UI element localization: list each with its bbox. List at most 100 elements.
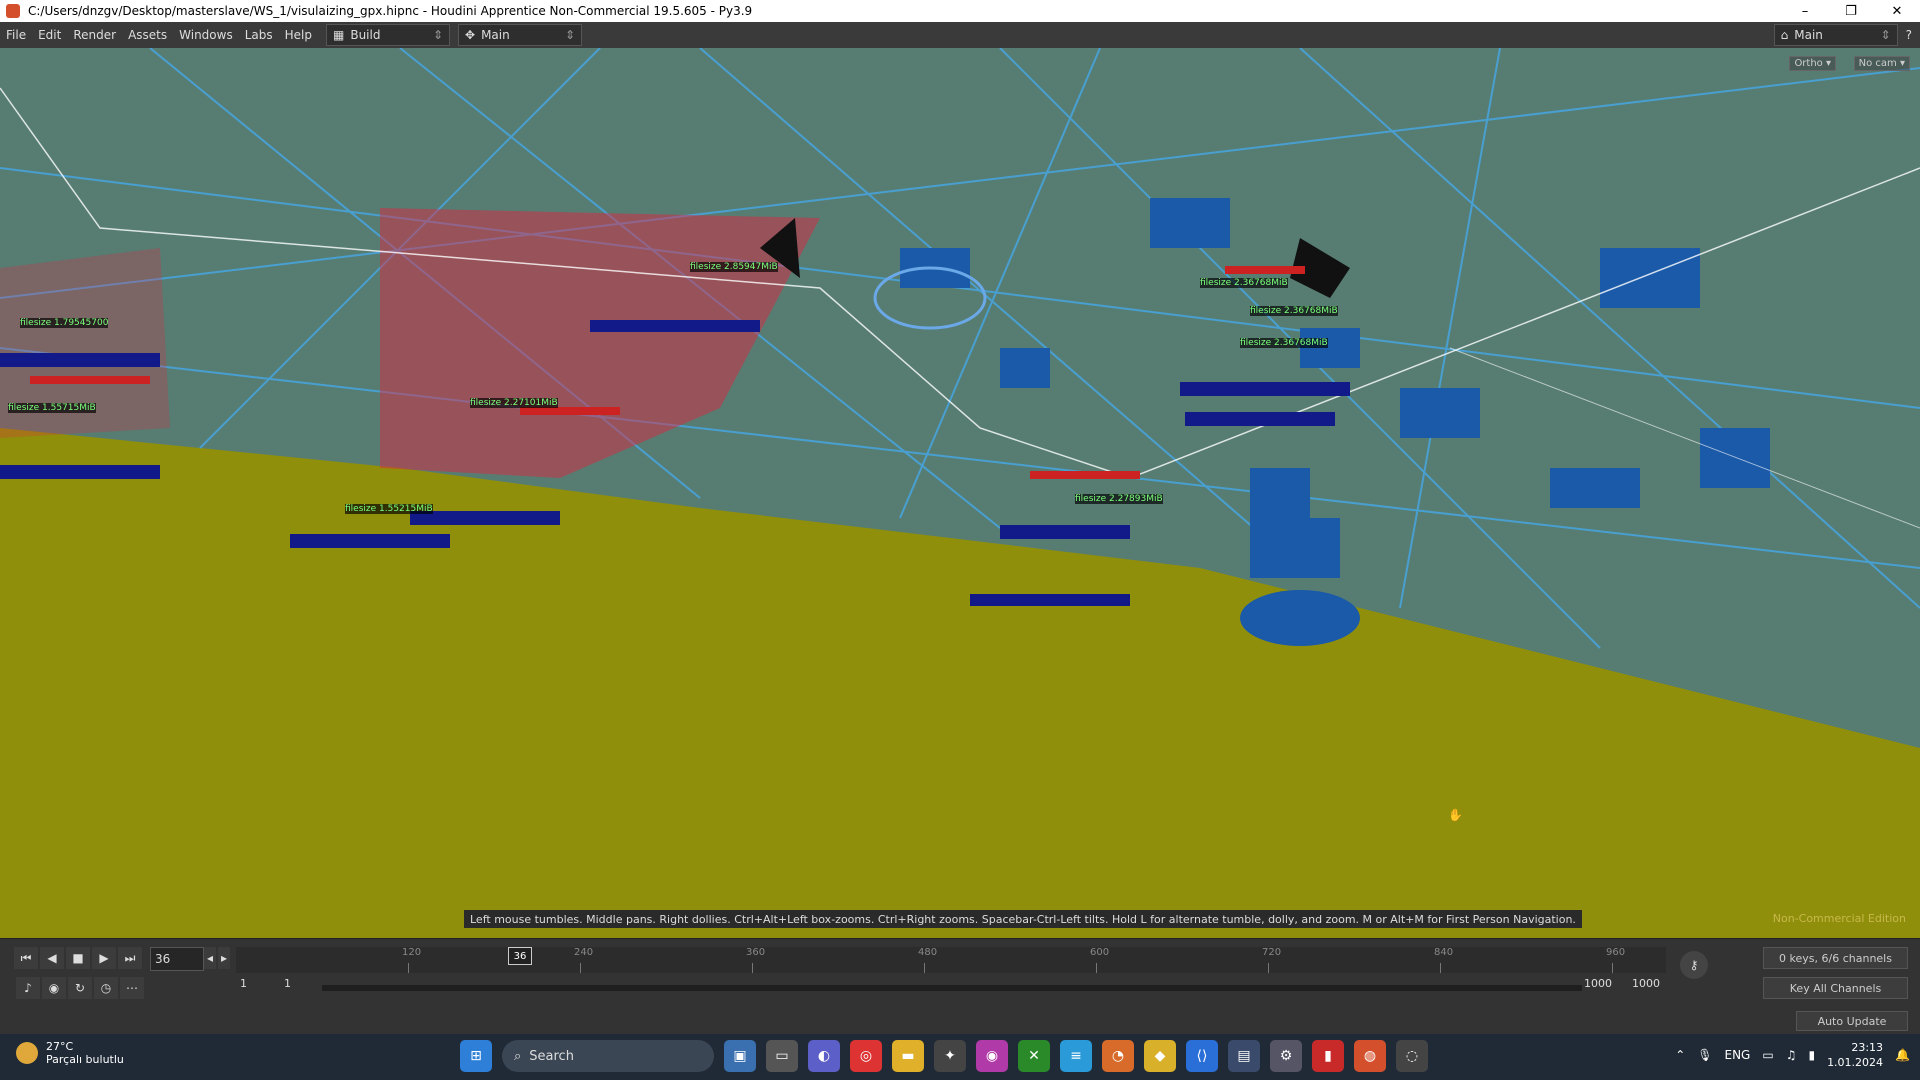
tick-label: 360 (746, 947, 766, 958)
menu-render[interactable]: Render (67, 28, 122, 42)
tick (1096, 963, 1097, 973)
help-icon[interactable]: ? (1906, 28, 1912, 42)
close-button[interactable]: ✕ (1874, 4, 1920, 19)
fps-icon[interactable]: ⋯ (120, 977, 144, 999)
range-end-field[interactable]: 1000 (1584, 977, 1612, 990)
menu-help[interactable]: Help (279, 28, 318, 42)
maximize-button[interactable]: ❐ (1828, 4, 1874, 19)
stop-icon[interactable]: ■ (66, 947, 90, 969)
spinner-icon: ⇕ (432, 28, 443, 42)
notification-icon[interactable]: 🔔 (1895, 1048, 1910, 1062)
auto-update-button[interactable]: Auto Update (1796, 1011, 1908, 1031)
weather-icon (16, 1042, 38, 1064)
clock-time: 23:13 (1851, 1041, 1884, 1054)
key-icon[interactable]: ⚷ (1680, 951, 1708, 979)
volume-icon[interactable]: ♫ (1786, 1048, 1797, 1062)
mouse-cursor-icon: ✋ (1448, 808, 1463, 822)
menu-windows[interactable]: Windows (173, 28, 239, 42)
menu-edit[interactable]: Edit (32, 28, 67, 42)
current-frame-field[interactable]: 36 (150, 947, 204, 971)
blender-icon[interactable]: ◔ (1102, 1040, 1134, 1072)
jump-start-icon[interactable]: ⏮ (14, 947, 38, 969)
tick (408, 963, 409, 973)
desktop-main-label: Main (481, 28, 510, 42)
camera-menu[interactable]: No cam ▾ (1853, 56, 1910, 71)
next-key-icon[interactable]: ▸ (218, 947, 230, 969)
houdini-app-icon (6, 4, 20, 18)
monitor-icon[interactable]: ▤ (1228, 1040, 1260, 1072)
ortho-menu[interactable]: Ortho ▾ (1789, 56, 1836, 71)
weather-widget[interactable]: 27°C Parçalı bulutlu (16, 1040, 124, 1066)
system-tray: ⌃ 🎙 ENG ▭ ♫ ▮ 23:13 1.01.2024 🔔 (1675, 1040, 1910, 1070)
start-icon[interactable]: ⊞ (460, 1040, 492, 1072)
settings-icon[interactable]: ⚙ (1270, 1040, 1302, 1072)
frame-marker[interactable]: 36 (508, 947, 532, 965)
mic-icon[interactable]: 🎙 (1697, 1048, 1712, 1062)
spinner-icon: ⇕ (1880, 28, 1891, 42)
range-start-field-2[interactable]: 1 (284, 977, 291, 990)
taskbar-search[interactable]: ⌕ Search (502, 1040, 714, 1072)
range-slider[interactable] (322, 985, 1582, 991)
key-panel: 0 keys, 6/6 channels Key All Channels (1763, 947, 1908, 1007)
key-all-channels-button[interactable]: Key All Channels (1763, 977, 1908, 999)
app-icon[interactable]: ✦ (934, 1040, 966, 1072)
clock-icon[interactable]: ◷ (94, 977, 118, 999)
loop-icon[interactable]: ↻ (68, 977, 92, 999)
chevron-up-icon[interactable]: ⌃ (1675, 1048, 1685, 1062)
range-start-field[interactable]: 1 (240, 977, 247, 990)
tick-label: 120 (402, 947, 422, 958)
viewport-hint: Left mouse tumbles. Middle pans. Right d… (464, 910, 1582, 928)
window-title: C:/Users/dnzgv/Desktop/masterslave/WS_1/… (28, 4, 753, 18)
filesize-label: filesize 2.36768MiB (1200, 278, 1288, 288)
step-controls: ◂ ▸ (204, 947, 230, 969)
step-back-icon[interactable]: ◀ (40, 947, 64, 969)
filesize-label: filesize 2.36768MiB (1250, 306, 1338, 316)
xbox-icon[interactable]: ✕ (1018, 1040, 1050, 1072)
widgets-icon[interactable]: ▣ (724, 1040, 756, 1072)
filesize-label: filesize 2.85947MiB (690, 262, 778, 272)
chrome-icon[interactable]: ◎ (850, 1040, 882, 1072)
jump-end-icon[interactable]: ⏭ (118, 947, 142, 969)
tick-label: 960 (1606, 947, 1626, 958)
desktop-main-select[interactable]: ✥ Main ⇕ (458, 24, 582, 46)
move-icon: ✥ (465, 28, 476, 42)
minimize-button[interactable]: – (1782, 4, 1828, 19)
menu-file[interactable]: File (0, 28, 32, 42)
prev-key-icon[interactable]: ◂ (204, 947, 216, 969)
filesize-label: filesize 1.55215MiB (345, 504, 433, 514)
right-main-label: Main (1794, 28, 1823, 42)
clock[interactable]: 23:13 1.01.2024 (1827, 1040, 1883, 1070)
menu-assets[interactable]: Assets (122, 28, 173, 42)
network-icon[interactable]: ▭ (1762, 1048, 1773, 1062)
teams-icon[interactable]: ◐ (808, 1040, 840, 1072)
tick (1440, 963, 1441, 973)
tick-label: 480 (918, 947, 938, 958)
right-main-select[interactable]: ⌂ Main ⇕ (1773, 24, 1898, 46)
city-scene (0, 48, 1920, 748)
realtime-icon[interactable]: ◉ (42, 977, 66, 999)
windows-taskbar: 27°C Parçalı bulutlu ⊞ ⌕ Search ▣ ▭ ◐ ◎ … (0, 1034, 1920, 1080)
git-icon[interactable]: ◆ (1144, 1040, 1176, 1072)
spinner-icon: ⇕ (564, 28, 575, 42)
desktop-build-select[interactable]: ▦ Build ⇕ (326, 24, 450, 46)
file-explorer-icon[interactable]: ▬ (892, 1040, 924, 1072)
browser-icon[interactable]: ◌ (1396, 1040, 1428, 1072)
timeline-ruler[interactable]: 36 120 240 360 480 600 720 840 960 (236, 947, 1666, 973)
scene-viewport[interactable]: Ortho ▾ No cam ▾ filesize 2.36768MiB fil… (0, 48, 1920, 938)
range-end-field-2[interactable]: 1000 (1632, 977, 1660, 990)
instagram-icon[interactable]: ◉ (976, 1040, 1008, 1072)
search-label: Search (529, 1048, 574, 1064)
non-commercial-badge: Non-Commercial Edition (1772, 912, 1906, 925)
play-icon[interactable]: ▶ (92, 947, 116, 969)
language-indicator[interactable]: ENG (1724, 1048, 1750, 1062)
pdf-icon[interactable]: ▮ (1312, 1040, 1344, 1072)
task-view-icon[interactable]: ▭ (766, 1040, 798, 1072)
houdini-icon[interactable]: ◍ (1354, 1040, 1386, 1072)
vscode-icon[interactable]: ⟨⟩ (1186, 1040, 1218, 1072)
filesize-label: filesize 1.55715MiB (8, 403, 96, 413)
battery-icon[interactable]: ▮ (1808, 1048, 1815, 1062)
keys-info[interactable]: 0 keys, 6/6 channels (1763, 947, 1908, 969)
notepad-icon[interactable]: ≡ (1060, 1040, 1092, 1072)
menu-labs[interactable]: Labs (239, 28, 279, 42)
audio-icon[interactable]: ♪ (16, 977, 40, 999)
